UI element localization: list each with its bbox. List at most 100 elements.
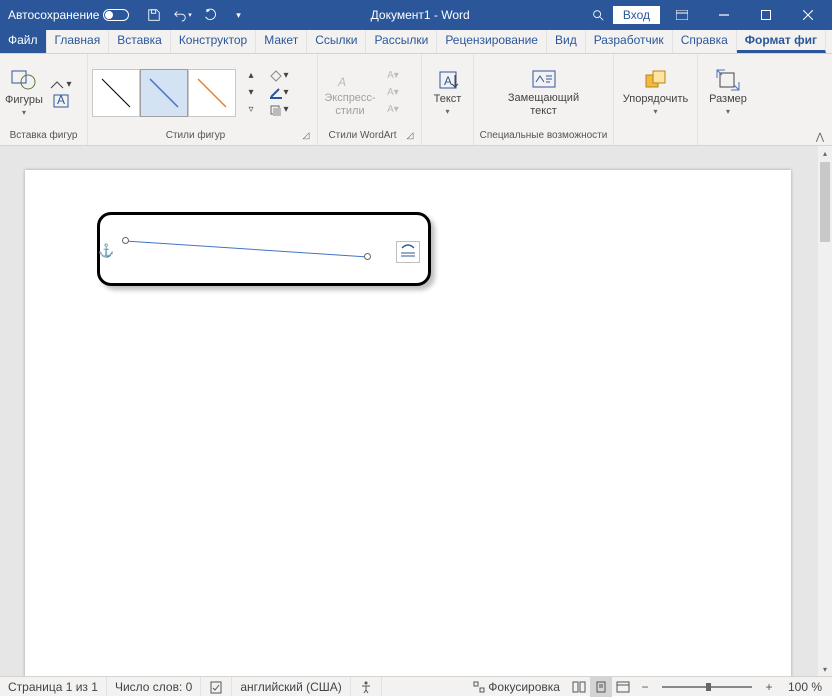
ribbon-display-icon[interactable] [662,0,702,30]
redo-icon[interactable] [199,4,221,26]
ribbon-tabs: Файл Главная Вставка Конструктор Макет С… [0,30,832,54]
scroll-thumb[interactable] [820,162,830,242]
quick-styles-label: Экспресс-стили [322,92,378,117]
arrange-label: Упорядочить [623,93,688,106]
status-word-count[interactable]: Число слов: 0 [107,677,201,696]
group-accessibility: Замещающий текст Специальные возможности [474,54,614,145]
edit-shape-icon[interactable]: ▾ [50,77,72,92]
svg-text:A: A [444,74,452,88]
document-title: Документ1 - Word [255,8,584,22]
autosave-switch[interactable] [103,9,129,21]
chevron-down-icon: ▾ [726,107,730,116]
search-icon[interactable] [585,4,611,26]
group-wordart-styles: A Экспресс-стили A▾ A▾ A▾ Стили WordArt◿ [318,54,422,145]
tab-references[interactable]: Ссылки [307,30,366,53]
title-bar: Автосохранение ▾ ▾ Документ1 - Word Вход [0,0,832,30]
selected-shape-container[interactable]: ⚓ [97,212,431,286]
shapes-label: Фигуры [5,94,43,107]
document-area: ⚓ ▴ ▾ [0,146,832,676]
tab-design[interactable]: Конструктор [171,30,256,53]
tab-help[interactable]: Справка [673,30,737,53]
tab-mailings[interactable]: Рассылки [366,30,437,53]
scroll-up-icon[interactable]: ▴ [818,146,832,160]
text-label: Текст [434,93,462,106]
shape-effects-icon[interactable]: ▾ [268,102,290,117]
shape-outline-icon[interactable]: ▾ [268,85,290,100]
autosave-toggle[interactable]: Автосохранение [0,8,137,22]
dialog-launcher-wordart[interactable]: ◿ [403,128,417,142]
zoom-in-icon[interactable]: + [758,677,780,697]
vertical-scrollbar[interactable]: ▴ ▾ [818,146,832,676]
tab-review[interactable]: Рецензирование [437,30,547,53]
shape-style-3[interactable] [188,69,236,117]
maximize-button[interactable] [746,0,786,30]
gallery-more-icon[interactable]: ▿ [240,102,262,117]
alt-text-button[interactable]: Замещающий текст [504,60,584,126]
tab-insert[interactable]: Вставка [109,30,171,53]
status-proofing-icon[interactable] [201,677,232,696]
tab-developer[interactable]: Разработчик [586,30,673,53]
chevron-down-icon: ▾ [653,107,657,116]
shape-style-1[interactable] [92,69,140,117]
ribbon: Фигуры ▾ ▾ A Вставка фигур ▴ ▾ ▿ ▾ [0,54,832,146]
status-focus[interactable]: Фокусировка [465,677,568,696]
view-print-icon[interactable] [590,677,612,697]
undo-icon[interactable]: ▾ [171,4,193,26]
view-read-icon[interactable] [568,677,590,697]
group-size: Размер ▾ [698,54,758,145]
svg-text:A: A [337,75,346,89]
titlebar-right: Вход [585,0,832,30]
dialog-launcher-shape-styles[interactable]: ◿ [299,128,313,142]
layout-options-button[interactable] [396,241,420,263]
quick-access-toolbar: ▾ ▾ [137,4,255,26]
tab-layout[interactable]: Макет [256,30,307,53]
tab-file[interactable]: Файл [0,30,47,53]
status-bar: Страница 1 из 1 Число слов: 0 английский… [0,676,832,696]
gallery-row-down-icon[interactable]: ▾ [240,85,262,100]
save-icon[interactable] [143,4,165,26]
quick-styles-button: A Экспресс-стили [322,60,378,126]
group-arrange: Упорядочить ▾ [614,54,698,145]
zoom-out-icon[interactable]: − [634,677,656,697]
size-button[interactable]: Размер ▾ [702,60,754,126]
gallery-row-up-icon[interactable]: ▴ [240,68,262,83]
minimize-button[interactable] [704,0,744,30]
text-outline-icon: A▾ [382,85,404,100]
autosave-label: Автосохранение [8,8,99,22]
status-language[interactable]: английский (США) [232,677,350,696]
shape-fill-icon[interactable]: ▾ [268,68,290,83]
alt-text-label: Замещающий текст [504,92,584,117]
page[interactable]: ⚓ [25,170,791,676]
group-label-shape-styles: Стили фигур [92,130,299,141]
resize-handle-end[interactable] [364,253,371,260]
size-label: Размер [709,93,747,106]
text-direction-button[interactable]: A Текст ▾ [426,60,469,126]
zoom-level[interactable]: 100 % [780,677,832,696]
text-effects-icon: A▾ [382,102,404,117]
tab-view[interactable]: Вид [547,30,586,53]
qat-customize-icon[interactable]: ▾ [227,4,249,26]
login-button[interactable]: Вход [613,6,660,24]
chevron-down-icon: ▾ [22,108,26,117]
line-shape[interactable] [122,237,372,257]
shape-style-2[interactable] [140,69,188,117]
arrange-button[interactable]: Упорядочить ▾ [618,60,693,126]
collapse-ribbon-icon[interactable]: ⋀ [810,129,830,145]
shape-style-gallery[interactable] [92,69,236,117]
shapes-gallery-button[interactable]: Фигуры ▾ [4,60,44,126]
group-label-wordart: Стили WordArt [322,130,403,141]
chevron-down-icon: ▾ [445,107,449,116]
text-box-icon[interactable]: A [50,94,72,109]
tab-shape-format[interactable]: Формат фиг [737,30,826,53]
anchor-icon: ⚓ [98,243,114,259]
scroll-down-icon[interactable]: ▾ [818,662,832,676]
tab-home[interactable]: Главная [47,30,110,53]
status-accessibility-icon[interactable] [351,677,382,696]
status-page[interactable]: Страница 1 из 1 [0,677,107,696]
close-button[interactable] [788,0,828,30]
zoom-slider[interactable] [662,686,752,688]
group-label-insert-shapes: Вставка фигур [4,130,83,141]
view-web-icon[interactable] [612,677,634,697]
group-label-accessibility: Специальные возможности [478,130,609,141]
resize-handle-start[interactable] [122,237,129,244]
